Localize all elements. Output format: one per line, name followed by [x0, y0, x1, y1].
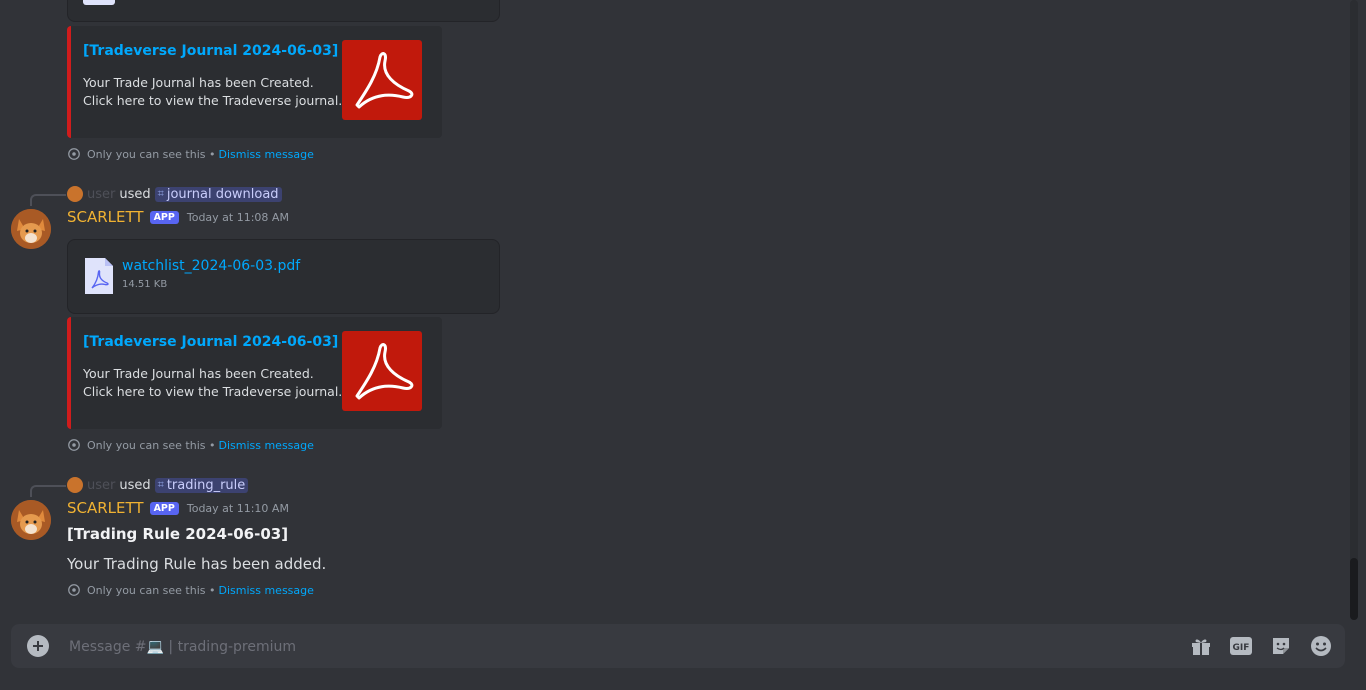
command-mention[interactable]: ⌗ journal download: [154, 186, 282, 202]
journal-embed[interactable]: [Tradeverse Journal 2024-06-03] Your Tra…: [67, 317, 442, 429]
eye-icon: [68, 148, 80, 160]
message-body: Your Trading Rule has been added.: [67, 555, 327, 573]
gift-icon[interactable]: [1189, 634, 1213, 658]
ephemeral-text: Only you can see this •: [87, 147, 216, 161]
command-mention[interactable]: ⌗ trading_rule: [154, 477, 249, 493]
scrollbar-track[interactable]: [1350, 0, 1358, 620]
scrollbar-thumb[interactable]: [1350, 558, 1358, 620]
file-attachment[interactable]: watchlist_2024-06-03.pdf 14.51 KB: [67, 239, 500, 314]
command-name: journal download: [166, 186, 279, 202]
embed-description: Your Trade Journal has been Created. Cli…: [83, 365, 342, 401]
reply-used: used: [119, 186, 151, 202]
eye-icon: [68, 584, 80, 596]
embed-line-2: Click here to view the Tradeverse journa…: [83, 93, 343, 108]
ephemeral-notice: Only you can see this • Dismiss message: [67, 583, 314, 597]
command-reply[interactable]: user used ⌗ journal download: [67, 185, 282, 203]
avatar[interactable]: [11, 500, 51, 540]
sticker-icon[interactable]: [1269, 634, 1293, 658]
message-input[interactable]: [67, 624, 1171, 670]
emoji-icon[interactable]: [1309, 634, 1333, 658]
ephemeral-text: Only you can see this •: [87, 438, 216, 452]
dismiss-message-link[interactable]: Dismiss message: [218, 439, 313, 452]
timestamp[interactable]: Today at 11:10 AM: [187, 502, 289, 515]
ephemeral-notice: Only you can see this • Dismiss message: [67, 438, 314, 452]
reply-connector: [30, 194, 66, 206]
plus-icon[interactable]: [27, 635, 49, 657]
eye-icon: [68, 439, 80, 451]
author-name[interactable]: SCARLETT: [67, 208, 144, 226]
reply-used: used: [119, 477, 151, 493]
dismiss-message-link[interactable]: Dismiss message: [218, 584, 313, 597]
slash-command-icon: ⌗: [157, 478, 164, 491]
app-badge: APP: [149, 210, 179, 224]
slash-command-icon: ⌗: [157, 187, 164, 200]
user-mini-avatar[interactable]: [67, 477, 83, 493]
file-attachment-partial: [67, 0, 500, 22]
embed-line-1: Your Trade Journal has been Created.: [83, 366, 314, 381]
reply-username[interactable]: user: [87, 478, 115, 493]
embed-title[interactable]: [Tradeverse Journal 2024-06-03]: [83, 43, 338, 59]
avatar[interactable]: [11, 209, 51, 249]
reply-username[interactable]: user: [87, 187, 115, 202]
command-reply[interactable]: user used ⌗ trading_rule: [67, 476, 249, 494]
command-name: trading_rule: [166, 477, 246, 493]
message-bold-line: [Trading Rule 2024-06-03]: [67, 525, 289, 543]
user-mini-avatar[interactable]: [67, 186, 83, 202]
app-badge: APP: [149, 501, 179, 515]
file-name-link[interactable]: watchlist_2024-06-03.pdf: [122, 258, 300, 274]
reply-connector: [30, 485, 66, 497]
acrobat-icon: [355, 343, 414, 400]
embed-line-1: Your Trade Journal has been Created.: [83, 75, 314, 90]
pdf-icon: [85, 258, 113, 294]
gif-icon[interactable]: GIF: [1229, 634, 1253, 658]
embed-line-2: Click here to view the Tradeverse journa…: [83, 384, 343, 399]
fox-avatar-icon: [11, 500, 51, 540]
message-composer: GIF: [11, 624, 1345, 670]
ephemeral-notice: Only you can see this • Dismiss message: [67, 147, 314, 161]
acrobat-icon: [355, 52, 414, 109]
acrobat-thumbnail[interactable]: [342, 40, 422, 120]
file-size: 14.51 KB: [122, 279, 168, 290]
embed-description: Your Trade Journal has been Created. Cli…: [83, 74, 342, 110]
embed-title[interactable]: [Tradeverse Journal 2024-06-03]: [83, 334, 338, 350]
journal-embed[interactable]: [Tradeverse Journal 2024-06-03] Your Tra…: [67, 26, 442, 138]
timestamp[interactable]: Today at 11:08 AM: [187, 211, 289, 224]
message-header: SCARLETT APP Today at 11:10 AM: [67, 499, 289, 517]
pdf-icon: [83, 0, 115, 5]
author-name[interactable]: SCARLETT: [67, 499, 144, 517]
ephemeral-text: Only you can see this •: [87, 583, 216, 597]
acrobat-thumbnail[interactable]: [342, 331, 422, 411]
message-header: SCARLETT APP Today at 11:08 AM: [67, 208, 289, 226]
svg-text:GIF: GIF: [1233, 643, 1250, 653]
dismiss-message-link[interactable]: Dismiss message: [218, 148, 313, 161]
fox-avatar-icon: [11, 209, 51, 249]
